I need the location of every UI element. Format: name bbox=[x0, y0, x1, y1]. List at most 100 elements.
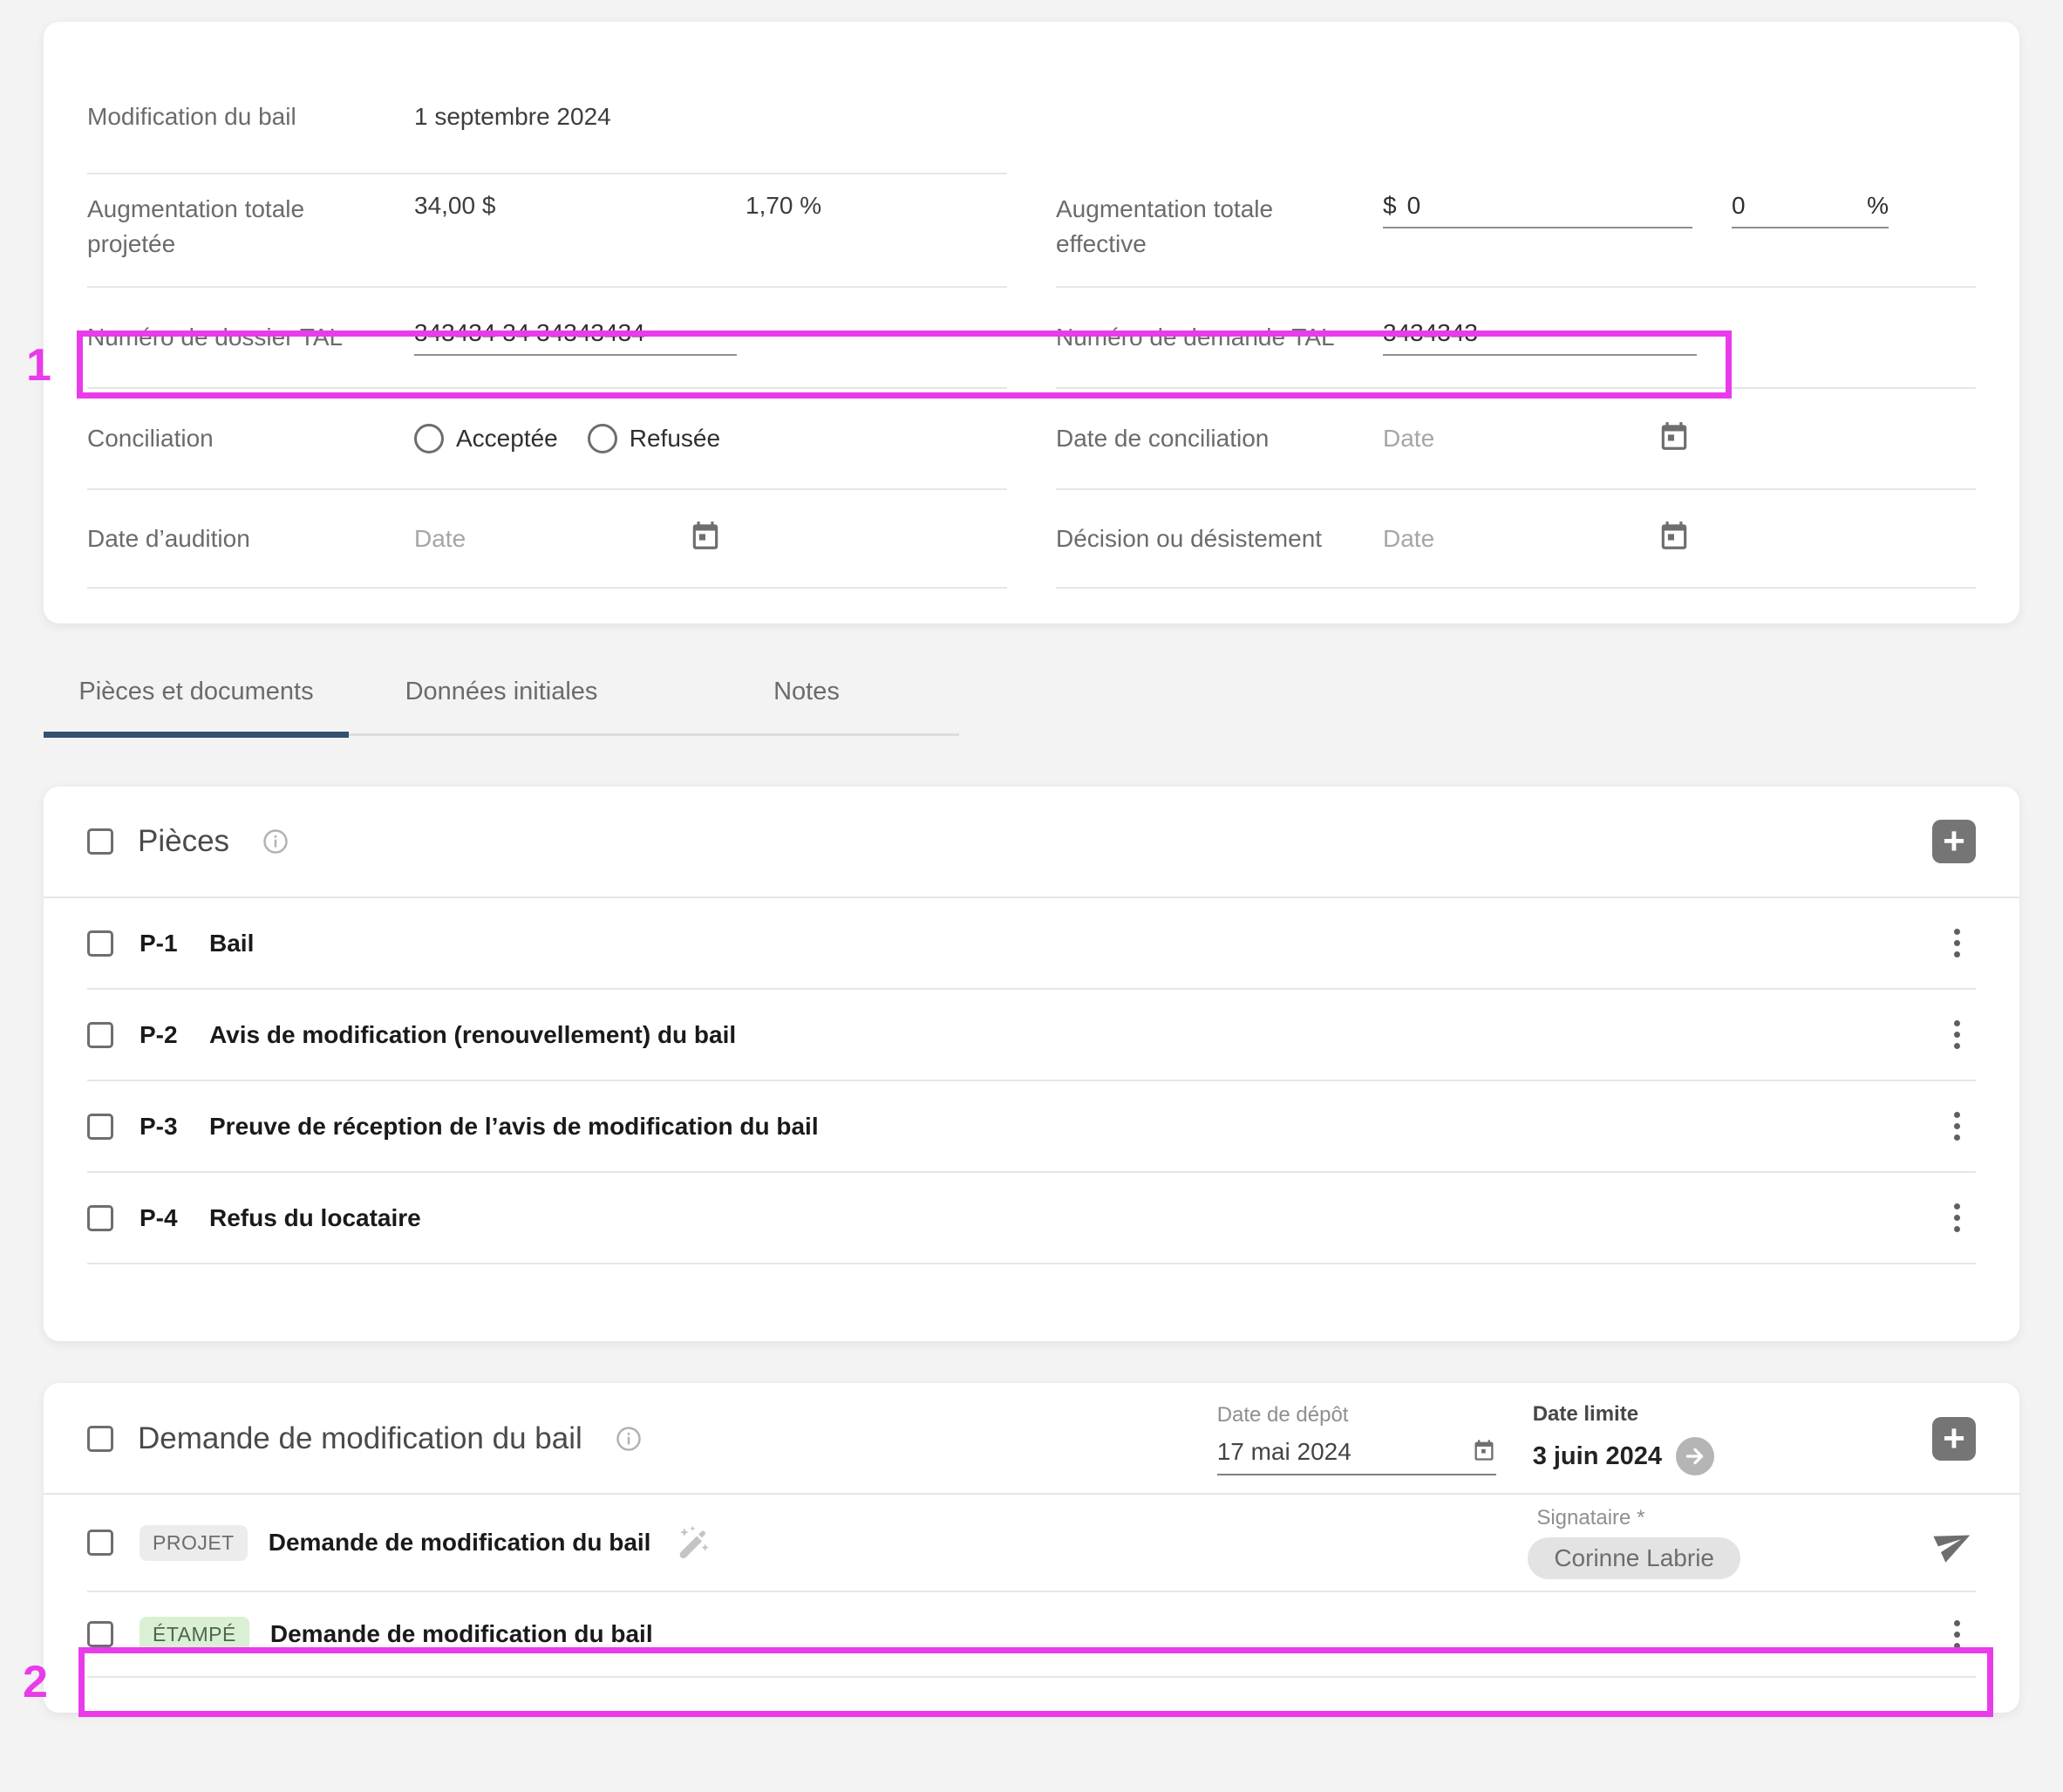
date-depot-field[interactable]: 17 mai 2024 bbox=[1217, 1438, 1496, 1475]
decision-date-field bbox=[1383, 519, 1691, 558]
signataire-label: Signataire * bbox=[1536, 1506, 1644, 1530]
signataire-block: Signataire * Corinne Labrie bbox=[1528, 1506, 1740, 1579]
signataire-chip[interactable]: Corinne Labrie bbox=[1528, 1537, 1740, 1579]
pieces-card: Pièces + P-1 Bail P-2 Avis de modificati… bbox=[44, 787, 2019, 1341]
percent-suffix: % bbox=[1867, 192, 1889, 220]
piece-label: Bail bbox=[209, 930, 254, 957]
numero-dossier-tal-label: Numéro de dossier TAL bbox=[87, 320, 414, 355]
date-audition-label: Date d’audition bbox=[87, 521, 414, 556]
kebab-menu-icon[interactable] bbox=[1937, 1009, 1976, 1061]
row-date-audition: Date d’audition bbox=[87, 490, 1007, 589]
arrow-right-icon[interactable] bbox=[1676, 1437, 1714, 1475]
date-conciliation-field bbox=[1383, 419, 1691, 459]
document-checkbox[interactable] bbox=[87, 1621, 113, 1647]
augmentation-projetee-label: Augmentation totale projetée bbox=[87, 192, 414, 262]
piece-checkbox[interactable] bbox=[87, 1022, 113, 1048]
numero-demande-tal-input[interactable] bbox=[1383, 319, 1697, 347]
augmentation-effective-amount-field: $ bbox=[1383, 192, 1692, 228]
row-augmentation-effective: Augmentation totale effective $ % bbox=[1056, 174, 1976, 288]
tab-notes[interactable]: Notes bbox=[654, 676, 959, 733]
row-empty bbox=[1056, 61, 1976, 174]
tab-pieces-et-documents[interactable]: Pièces et documents bbox=[44, 676, 349, 733]
decision-date-input[interactable] bbox=[1383, 525, 1658, 553]
kebab-menu-icon[interactable] bbox=[1937, 1100, 1976, 1153]
calendar-icon[interactable] bbox=[1658, 519, 1691, 558]
augmentation-projetee-amount: 34,00 $ bbox=[414, 192, 746, 220]
status-badge-projet: PROJET bbox=[140, 1525, 248, 1561]
numero-dossier-tal-field bbox=[414, 319, 737, 356]
pieces-select-all-checkbox[interactable] bbox=[87, 828, 113, 855]
date-conciliation-input[interactable] bbox=[1383, 425, 1658, 453]
magic-wand-icon[interactable] bbox=[675, 1524, 711, 1561]
piece-checkbox[interactable] bbox=[87, 1205, 113, 1231]
radio-refusee[interactable] bbox=[588, 424, 617, 453]
date-conciliation-label: Date de conciliation bbox=[1056, 421, 1383, 456]
piece-row: P-3 Preuve de réception de l’avis de mod… bbox=[87, 1081, 1976, 1173]
info-icon[interactable] bbox=[262, 828, 289, 855]
numero-demande-tal-label: Numéro de demande TAL bbox=[1056, 320, 1383, 355]
demande-document-list: PROJET Demande de modification du bail S… bbox=[87, 1495, 1976, 1678]
radio-refusee-label: Refusée bbox=[630, 425, 720, 453]
pieces-list: P-1 Bail P-2 Avis de modification (renou… bbox=[87, 898, 1976, 1264]
document-label: Demande de modification du bail bbox=[269, 1529, 651, 1557]
piece-checkbox[interactable] bbox=[87, 930, 113, 957]
numero-dossier-tal-input[interactable] bbox=[414, 319, 737, 347]
plus-icon: + bbox=[1943, 822, 1965, 861]
piece-row: P-4 Refus du locataire bbox=[87, 1173, 1976, 1264]
calendar-icon[interactable] bbox=[1472, 1438, 1496, 1467]
kebab-menu-icon[interactable] bbox=[1937, 917, 1976, 970]
numero-demande-tal-field bbox=[1383, 319, 1697, 356]
radio-acceptee[interactable] bbox=[414, 424, 444, 453]
date-depot-value: 17 mai 2024 bbox=[1217, 1438, 1352, 1466]
plus-icon: + bbox=[1943, 1420, 1965, 1458]
calendar-icon[interactable] bbox=[1658, 419, 1691, 459]
date-audition-input[interactable] bbox=[414, 525, 689, 553]
status-badge-etampe: ÉTAMPÉ bbox=[140, 1617, 249, 1652]
demande-card: Demande de modification du bail Date de … bbox=[44, 1383, 2019, 1713]
info-icon[interactable] bbox=[616, 1426, 642, 1452]
augmentation-effective-percent-field: % bbox=[1732, 192, 1889, 228]
row-date-conciliation: Date de conciliation bbox=[1056, 389, 1976, 490]
augmentation-effective-amount-input[interactable] bbox=[1407, 192, 1692, 220]
augmentation-effective-percent-input[interactable] bbox=[1732, 192, 1784, 220]
date-depot-block: Date de dépôt 17 mai 2024 bbox=[1217, 1403, 1496, 1475]
pieces-title: Pièces bbox=[138, 824, 229, 859]
augmentation-projetee-percent: 1,70 % bbox=[746, 192, 821, 220]
piece-code: P-1 bbox=[140, 930, 209, 957]
modification-label: Modification du bail bbox=[87, 99, 414, 134]
piece-row: P-2 Avis de modification (renouvellement… bbox=[87, 990, 1976, 1081]
piece-code: P-4 bbox=[140, 1204, 209, 1232]
augmentation-effective-label: Augmentation totale effective bbox=[1056, 192, 1383, 262]
demande-select-all-checkbox[interactable] bbox=[87, 1426, 113, 1452]
add-document-button[interactable]: + bbox=[1932, 1417, 1976, 1461]
piece-label: Avis de modification (renouvellement) du… bbox=[209, 1021, 736, 1049]
date-limite-value: 3 juin 2024 bbox=[1533, 1442, 1662, 1471]
document-checkbox[interactable] bbox=[87, 1530, 113, 1556]
kebab-menu-icon[interactable] bbox=[1937, 1608, 1976, 1660]
modification-value: 1 septembre 2024 bbox=[414, 103, 611, 131]
document-row-etampe: ÉTAMPÉ Demande de modification du bail bbox=[87, 1592, 1976, 1678]
piece-checkbox[interactable] bbox=[87, 1114, 113, 1140]
conciliation-acceptee-option[interactable]: Acceptée bbox=[414, 424, 558, 453]
row-augmentation-projetee: Augmentation totale projetée 34,00 $ 1,7… bbox=[87, 174, 1007, 288]
date-audition-field bbox=[414, 519, 722, 558]
piece-label: Preuve de réception de l’avis de modific… bbox=[209, 1113, 819, 1141]
lease-form-grid: Modification du bail 1 septembre 2024 Au… bbox=[87, 61, 1976, 589]
lease-form-card: Modification du bail 1 septembre 2024 Au… bbox=[44, 22, 2019, 623]
dollar-prefix: $ bbox=[1383, 192, 1397, 220]
conciliation-refusee-option[interactable]: Refusée bbox=[588, 424, 720, 453]
row-modification-du-bail: Modification du bail 1 septembre 2024 bbox=[87, 61, 1007, 174]
add-piece-button[interactable]: + bbox=[1932, 820, 1976, 863]
send-icon[interactable] bbox=[1932, 1521, 1976, 1564]
row-numero-demande-tal: Numéro de demande TAL bbox=[1056, 288, 1976, 389]
tab-donnees-initiales[interactable]: Données initiales bbox=[349, 676, 654, 733]
date-depot-label: Date de dépôt bbox=[1217, 1403, 1496, 1427]
demande-header: Demande de modification du bail Date de … bbox=[44, 1383, 2019, 1495]
conciliation-label: Conciliation bbox=[87, 421, 414, 456]
row-conciliation: Conciliation Acceptée Refusée bbox=[87, 389, 1007, 490]
section-tabs: Pièces et documents Données initiales No… bbox=[44, 676, 959, 736]
decision-label: Décision ou désistement bbox=[1056, 521, 1383, 556]
document-row-projet: PROJET Demande de modification du bail S… bbox=[87, 1495, 1976, 1592]
kebab-menu-icon[interactable] bbox=[1937, 1192, 1976, 1244]
calendar-icon[interactable] bbox=[689, 519, 722, 558]
